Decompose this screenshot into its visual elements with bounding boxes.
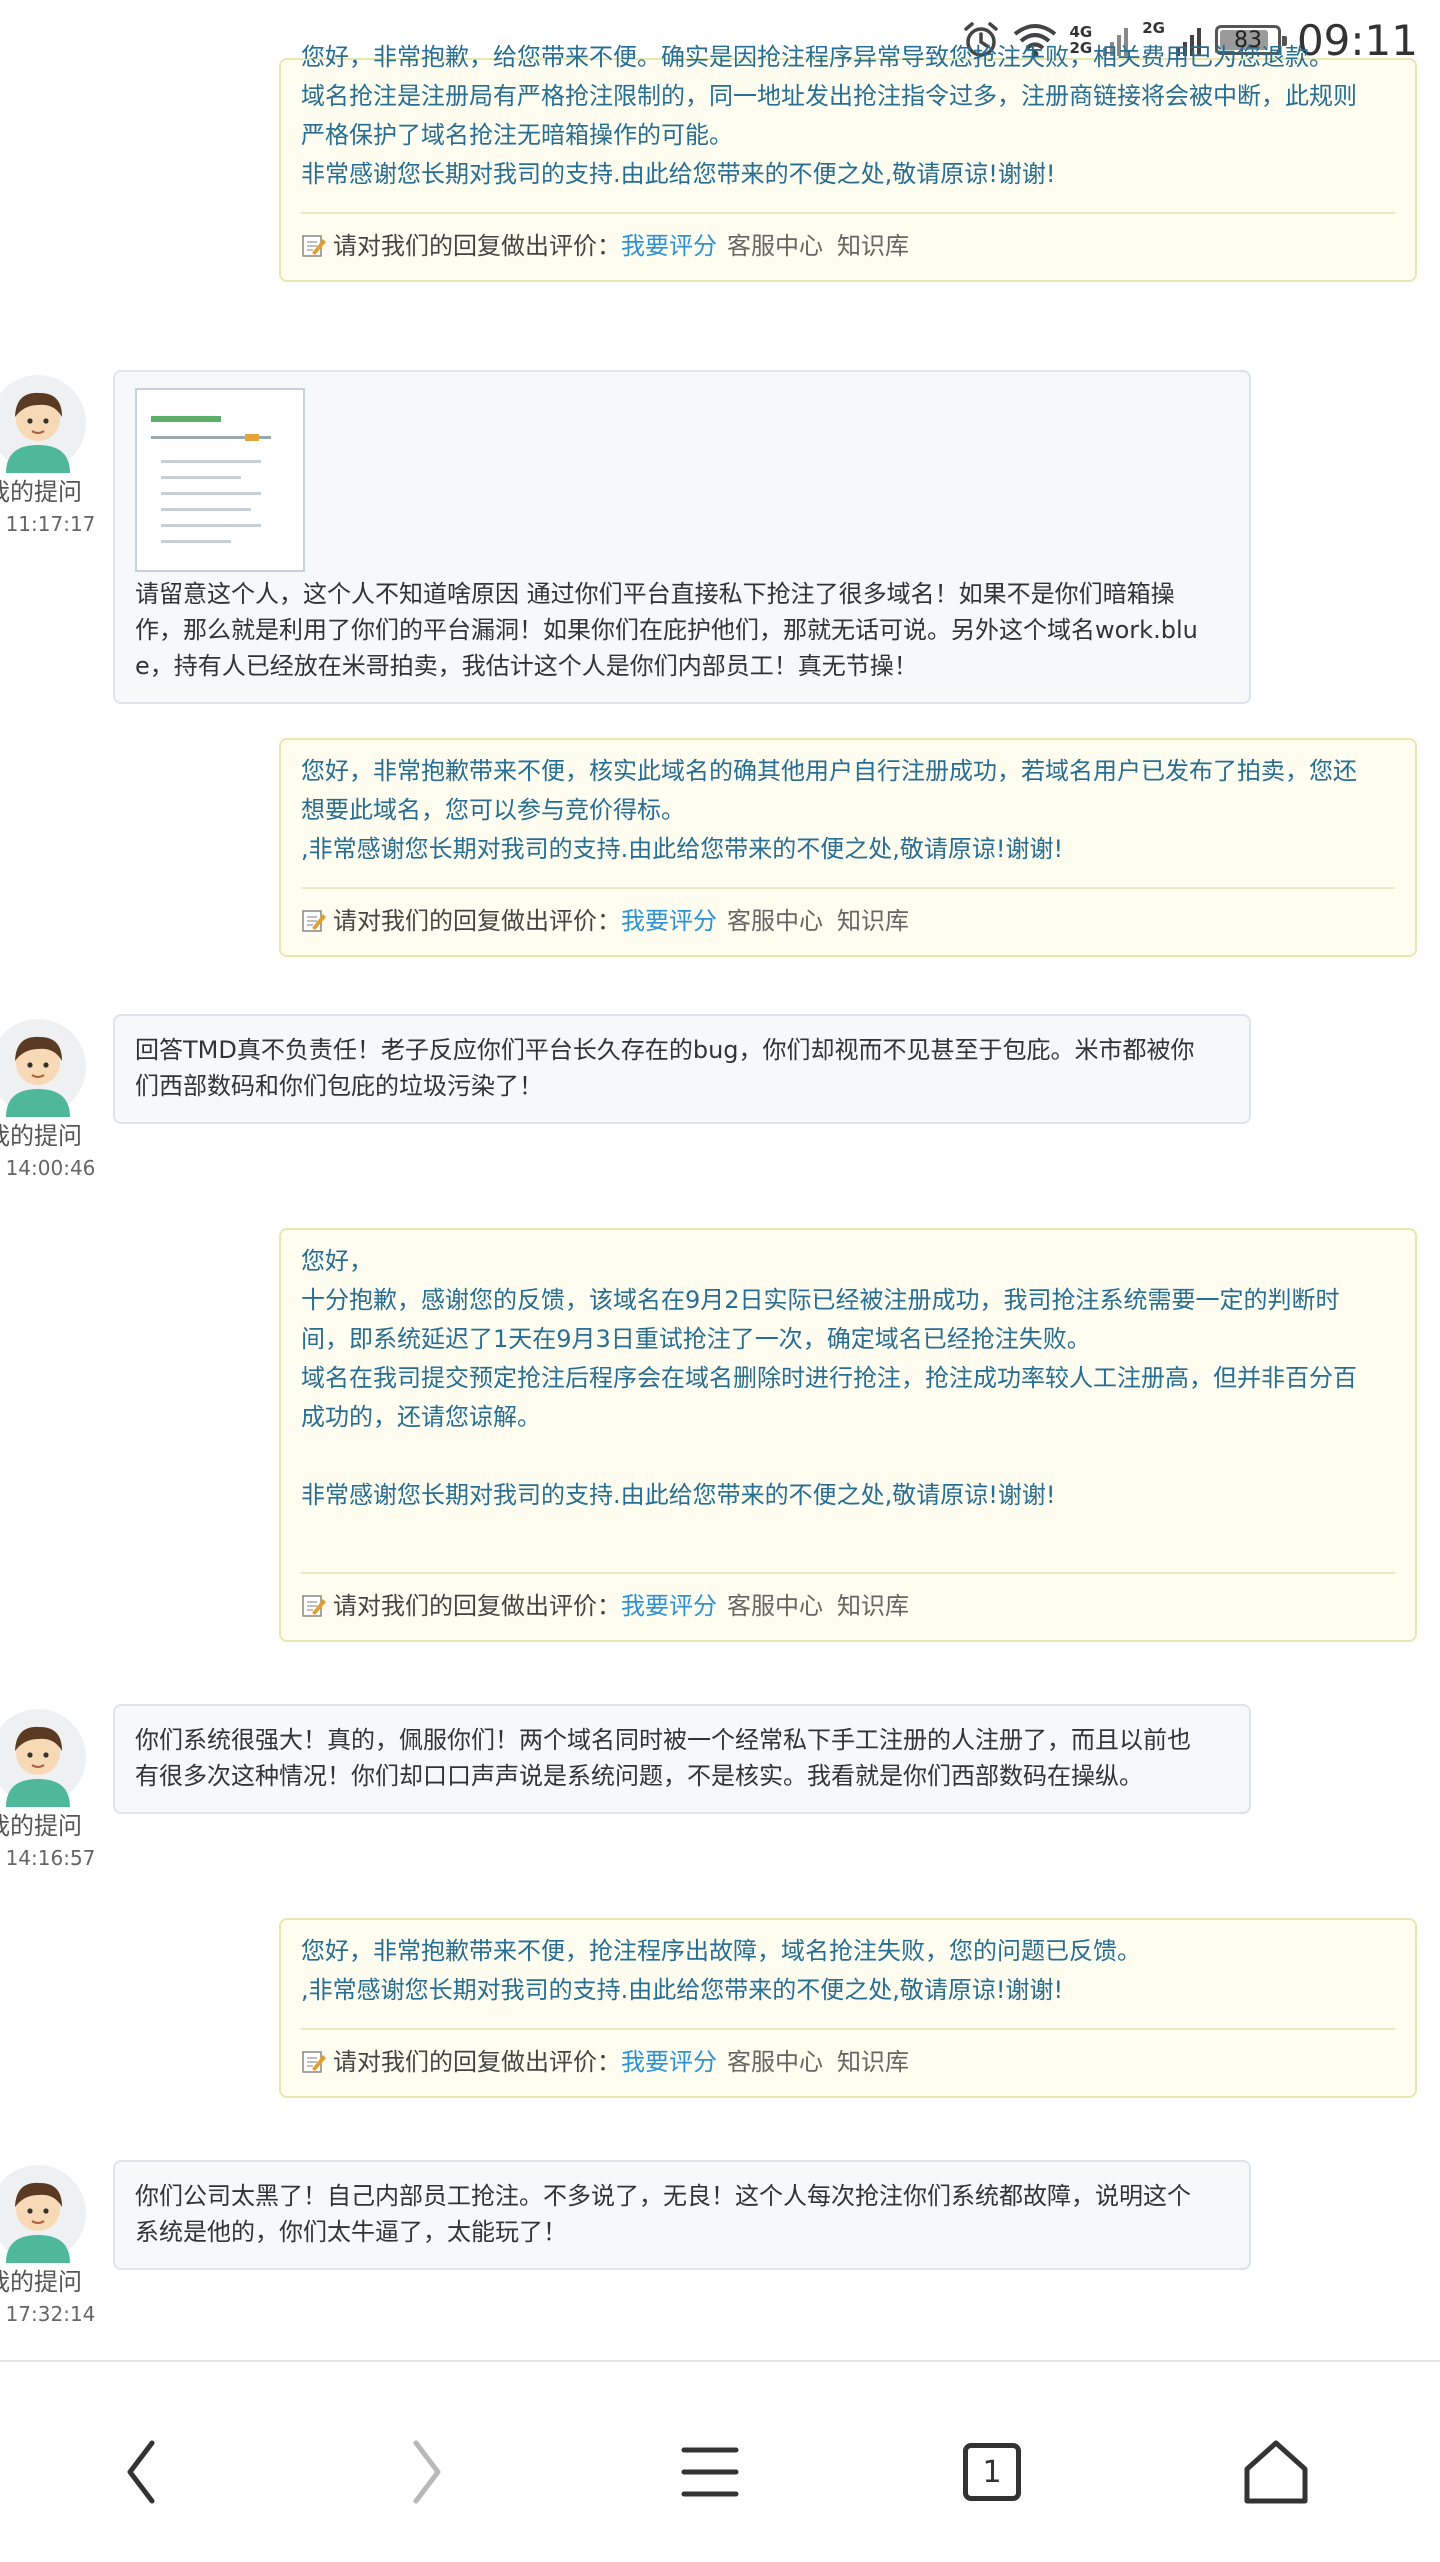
- divider: [301, 2028, 1395, 2030]
- edit-pencil-icon: [302, 1595, 326, 1617]
- reply-text-line: 您好，非常抱歉带来不便，抢注程序出故障，域名抢注失败，您的问题已反馈。: [301, 1937, 1141, 1965]
- question-text-line: 系统是他的，你们太牛逼了，太能玩了！: [135, 2218, 567, 2246]
- user-label: 我的提问: [0, 478, 82, 506]
- service-center-link[interactable]: 客服中心: [727, 901, 823, 941]
- tabs-icon: 1: [963, 2443, 1021, 2501]
- reply-text-line: 您好，非常抱歉，给您带来不便。确实是因抢注程序异常导致您抢注失败，相关费用已为您…: [301, 43, 1333, 71]
- rating-bar: 请对我们的回复做出评价： 我要评分 客服中心 知识库: [301, 1586, 1395, 1626]
- tab-count: 1: [982, 2454, 1002, 2490]
- service-center-link[interactable]: 客服中心: [727, 1586, 823, 1626]
- rate-link[interactable]: 我要评分: [621, 2042, 717, 2082]
- chevron-right-icon: [413, 2440, 441, 2504]
- reply-text-line: 想要此域名，您可以参与竞价得标。: [301, 796, 685, 824]
- edit-pencil-icon: [302, 2051, 326, 2073]
- back-button[interactable]: [92, 2422, 192, 2522]
- network-label-2g-second: 2G: [1142, 19, 1165, 37]
- reply-text-line: 域名在我司提交预定抢注后程序会在域名删除时进行抢注，抢注成功率较人工注册高，但并…: [301, 1364, 1357, 1392]
- reply-text-line: 您好，: [301, 1247, 373, 1275]
- reply-text-line: ,非常感谢您长期对我司的支持.由此给您带来的不便之处,敬请原谅!谢谢!: [301, 835, 1064, 863]
- tabs-button[interactable]: 1: [942, 2422, 1042, 2522]
- reply-text-line: [301, 1515, 1395, 1554]
- support-reply: 您好，非常抱歉带来不便，核实此域名的确其他用户自行注册成功，若域名用户已发布了拍…: [279, 738, 1417, 957]
- user-label: 我的提问: [0, 1122, 82, 1150]
- home-button[interactable]: [1226, 2422, 1326, 2522]
- reply-text-line: 严格保护了域名抢注无暗箱操作的可能。: [301, 121, 733, 149]
- user-avatar: [0, 1019, 86, 1117]
- knowledge-base-link[interactable]: 知识库: [837, 1586, 909, 1626]
- question-text-line: 你们公司太黑了！自己内部员工抢注。不多说了，无良！这个人每次抢注你们系统都故障，…: [135, 2182, 1191, 2210]
- user-question: 你们系统很强大！真的，佩服你们！两个域名同时被一个经常私下手工注册的人注册了，而…: [113, 1704, 1251, 1814]
- support-reply: 您好， 十分抱歉，感谢您的反馈，该域名在9月2日实际已经被注册成功，我司抢注系统…: [279, 1228, 1417, 1642]
- rate-link[interactable]: 我要评分: [621, 901, 717, 941]
- user-avatar: [0, 2165, 86, 2263]
- browser-bottom-bar: 1: [0, 2360, 1440, 2562]
- user-label: 我的提问: [0, 2268, 82, 2296]
- knowledge-base-link[interactable]: 知识库: [837, 2042, 909, 2082]
- battery-level: 83: [1233, 27, 1262, 53]
- rating-prompt: 请对我们的回复做出评价：: [333, 232, 621, 260]
- user-label: 我的提问: [0, 1812, 82, 1840]
- divider: [301, 212, 1395, 214]
- user-avatar: [0, 375, 86, 473]
- rate-link[interactable]: 我要评分: [621, 226, 717, 266]
- question-text-line: e，持有人已经放在米哥拍卖，我估计这个人是你们内部员工！真无节操！: [135, 652, 918, 680]
- question-text-line: 请留意这个人，这个人不知道啥原因 通过你们平台直接私下抢注了很多域名！如果不是你…: [135, 580, 1175, 608]
- reply-text-line: 十分抱歉，感谢您的反馈，该域名在9月2日实际已经被注册成功，我司抢注系统需要一定…: [301, 1286, 1340, 1314]
- reply-text-line: 您好，非常抱歉带来不便，核实此域名的确其他用户自行注册成功，若域名用户已发布了拍…: [301, 757, 1357, 785]
- divider: [301, 887, 1395, 889]
- edit-pencil-icon: [302, 235, 326, 257]
- question-text-line: 作，那么就是利用了你们的平台漏洞！如果你们在庇护他们，那就无话可说。另外这个域名…: [135, 616, 1198, 644]
- question-text-line: 回答TMD真不负责任！老子反应你们平台长久存在的bug，你们却视而不见甚至于包庇…: [135, 1036, 1195, 1064]
- divider: [301, 1572, 1395, 1574]
- support-reply: 您好，非常抱歉，给您带来不便。确实是因抢注程序异常导致您抢注失败，相关费用已为您…: [279, 43, 1417, 282]
- rate-link[interactable]: 我要评分: [621, 1586, 717, 1626]
- service-center-link[interactable]: 客服中心: [727, 226, 823, 266]
- menu-icon: [681, 2447, 739, 2497]
- rating-prompt: 请对我们的回复做出评价：: [333, 907, 621, 935]
- home-icon: [1244, 2440, 1308, 2504]
- user-question: 请留意这个人，这个人不知道啥原因 通过你们平台直接私下抢注了很多域名！如果不是你…: [113, 370, 1251, 704]
- question-time: - 11:17:17: [0, 512, 96, 536]
- reply-text-line: 域名抢注是注册局有严格抢注限制的，同一地址发出抢注指令过多，注册商链接将会被中断…: [301, 82, 1357, 110]
- knowledge-base-link[interactable]: 知识库: [837, 901, 909, 941]
- reply-text-line: 成功的，还请您谅解。: [301, 1403, 541, 1431]
- reply-text-line: 间，即系统延迟了1天在9月3日重试抢注了一次，确定域名已经抢注失败。: [301, 1325, 1091, 1353]
- rating-prompt: 请对我们的回复做出评价：: [333, 1592, 621, 1620]
- question-time: - 17:32:14: [0, 2302, 96, 2326]
- user-avatar: [0, 1709, 86, 1807]
- question-text-line: 你们系统很强大！真的，佩服你们！两个域名同时被一个经常私下手工注册的人注册了，而…: [135, 1726, 1191, 1754]
- user-question: 你们公司太黑了！自己内部员工抢注。不多说了，无良！这个人每次抢注你们系统都故障，…: [113, 2160, 1251, 2270]
- rating-prompt: 请对我们的回复做出评价：: [333, 2048, 621, 2076]
- rating-bar: 请对我们的回复做出评价： 我要评分 客服中心 知识库: [301, 226, 1395, 266]
- support-reply: 您好，非常抱歉带来不便，抢注程序出故障，域名抢注失败，您的问题已反馈。 ,非常感…: [279, 1918, 1417, 2098]
- attachment-thumbnail[interactable]: [135, 388, 305, 572]
- chevron-left-icon: [127, 2440, 155, 2504]
- menu-button[interactable]: [660, 2422, 760, 2522]
- reply-text-line: 非常感谢您长期对我司的支持.由此给您带来的不便之处,敬请原谅!谢谢!: [301, 160, 1056, 188]
- question-text-line: 有很多次这种情况！你们却口口声声说是系统问题，不是核实。我看就是你们西部数码在操…: [135, 1762, 1143, 1790]
- question-time: - 14:16:57: [0, 1846, 96, 1870]
- reply-text-line: ,非常感谢您长期对我司的支持.由此给您带来的不便之处,敬请原谅!谢谢!: [301, 1976, 1064, 2004]
- question-time: - 14:00:46: [0, 1156, 96, 1180]
- edit-pencil-icon: [302, 910, 326, 932]
- rating-bar: 请对我们的回复做出评价： 我要评分 客服中心 知识库: [301, 901, 1395, 941]
- user-question: 回答TMD真不负责任！老子反应你们平台长久存在的bug，你们却视而不见甚至于包庇…: [113, 1014, 1251, 1124]
- forward-button[interactable]: [376, 2422, 476, 2522]
- question-text-line: 们西部数码和你们包庇的垃圾污染了！: [135, 1072, 543, 1100]
- reply-text-line: 非常感谢您长期对我司的支持.由此给您带来的不便之处,敬请原谅!谢谢!: [301, 1481, 1056, 1509]
- knowledge-base-link[interactable]: 知识库: [837, 226, 909, 266]
- rating-bar: 请对我们的回复做出评价： 我要评分 客服中心 知识库: [301, 2042, 1395, 2082]
- service-center-link[interactable]: 客服中心: [727, 2042, 823, 2082]
- reply-text-line: [301, 1437, 1395, 1476]
